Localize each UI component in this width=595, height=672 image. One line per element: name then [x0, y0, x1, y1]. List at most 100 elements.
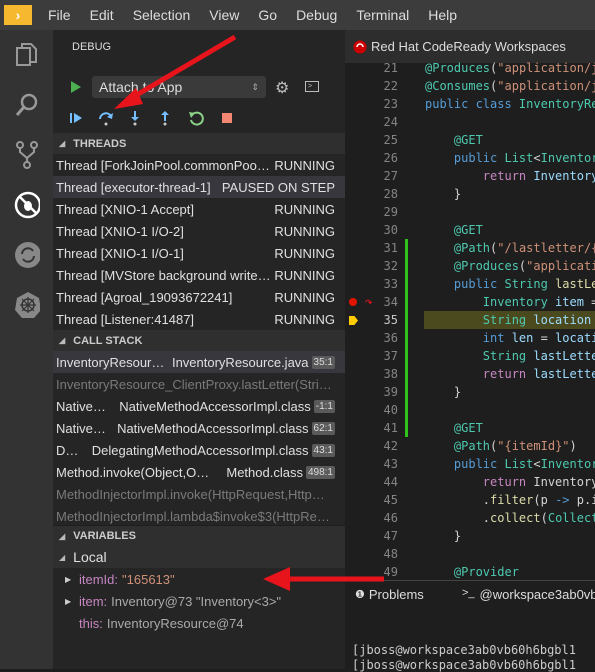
code-line[interactable]: 23 public class InventoryRe	[345, 95, 595, 113]
code-line[interactable]: 39 }	[345, 383, 595, 401]
code-token: String	[425, 313, 534, 327]
thread-row[interactable]: Thread [executor-thread-1] PAUSED ON STEP	[53, 176, 345, 198]
callstack-frame[interactable]: MethodInjectorImpl.invoke(HttpRequest,Ht…	[53, 483, 345, 505]
code-text: @GET	[425, 133, 483, 147]
menu-edit[interactable]: Edit	[90, 7, 114, 23]
line-number: 46	[383, 511, 398, 525]
thread-row[interactable]: Thread [XNIO-1 I/O-2] RUNNING	[53, 220, 345, 242]
thread-row[interactable]: Thread [Agroal_19093672241] RUNNING	[53, 286, 345, 308]
app-logo[interactable]: ›	[4, 5, 32, 25]
code-editor[interactable]: Red Hat CodeReady Workspaces 21 @Produces…	[345, 30, 595, 580]
thread-row[interactable]: Thread [XNIO-1 I/O-1] RUNNING	[53, 242, 345, 264]
code-line[interactable]: 43 public List<Inventor	[345, 455, 595, 473]
callstack-frame[interactable]: InventoryResour… InventoryResource.java 35…	[53, 351, 345, 373]
restart-icon[interactable]	[188, 110, 204, 126]
breakpoint-icon[interactable]	[349, 298, 357, 306]
code-line[interactable]: 41 @GET	[345, 419, 595, 437]
files-icon[interactable]	[14, 42, 40, 68]
thread-row[interactable]: Thread [ForkJoinPool.commonPoo… RUNNING	[53, 154, 345, 176]
code-line[interactable]: 38 return lastLette	[345, 365, 595, 383]
debug-config-select[interactable]: Attach to App ⇕	[92, 76, 266, 98]
line-number: 25	[383, 133, 398, 147]
variables-section-header[interactable]: ◢ VARIABLES	[53, 525, 345, 546]
search-icon[interactable]	[14, 92, 40, 118]
code-line[interactable]: 24	[345, 113, 595, 131]
expand-icon[interactable]: ▶	[65, 597, 79, 606]
variable-row[interactable]: ▶ itemId: "165613"	[53, 568, 345, 590]
code-line[interactable]: 49 @Provider	[345, 563, 595, 580]
step-out-icon[interactable]	[158, 110, 172, 126]
menu-terminal[interactable]: Terminal	[356, 7, 409, 23]
stop-icon[interactable]	[220, 110, 234, 126]
line-number: 45	[383, 493, 398, 507]
tab-problems[interactable]: ❶ Problems	[355, 587, 424, 602]
menu-selection[interactable]: Selection	[133, 7, 191, 23]
code-token: <	[533, 457, 541, 471]
callstack-frame[interactable]: Method.invoke(Object,O… Method.class 498:1	[53, 461, 345, 483]
code-line[interactable]: 31 @Path("/lastletter/{	[345, 239, 595, 257]
frame-name: Native…	[56, 420, 106, 436]
continue-icon[interactable]	[69, 110, 83, 126]
thread-row[interactable]: Thread [MVStore background write… RUNNING	[53, 264, 345, 286]
menu-file[interactable]: File	[48, 7, 71, 23]
callstack-frame[interactable]: D… DelegatingMethodAccessorImpl.class 43:1	[53, 439, 345, 461]
code-line[interactable]: 45 .filter(p -> p.i	[345, 491, 595, 509]
thread-row[interactable]: Thread [Listener:41487] RUNNING	[53, 308, 345, 330]
menu-go[interactable]: Go	[258, 7, 277, 23]
code-line[interactable]: 28 }	[345, 185, 595, 203]
code-token: location	[533, 313, 592, 327]
kubernetes-icon[interactable]	[14, 292, 40, 318]
code-line[interactable]: 33 public String lastLe	[345, 275, 595, 293]
code-line[interactable]: 25 @GET	[345, 131, 595, 149]
threads-section-header[interactable]: ◢ THREADS	[53, 133, 345, 154]
debug-console-icon[interactable]: >	[305, 81, 319, 92]
source-control-icon[interactable]	[14, 141, 40, 169]
menu-view[interactable]: View	[209, 7, 239, 23]
line-number: 30	[383, 223, 398, 237]
code-line[interactable]: 46 .collect(Collect	[345, 509, 595, 527]
thread-row[interactable]: Thread [XNIO-1 Accept] RUNNING	[53, 198, 345, 220]
code-line[interactable]: 32 @Produces("applicati	[345, 257, 595, 275]
code-line[interactable]: 48	[345, 545, 595, 563]
code-line[interactable]: 30 @GET	[345, 221, 595, 239]
callstack-section-header[interactable]: ◢ CALL STACK	[53, 330, 345, 351]
code-line[interactable]: 47 }	[345, 527, 595, 545]
sync-icon[interactable]	[14, 242, 40, 268]
callstack-frame[interactable]: MethodInjectorImpl.lambda$invoke$3(HttpR…	[53, 505, 345, 527]
callstack-frame[interactable]: Native… NativeMethodAccessorImpl.class 62:…	[53, 417, 345, 439]
menu-help[interactable]: Help	[428, 7, 457, 23]
code-line[interactable]: 22 @Consumes("application/j	[345, 77, 595, 95]
debug-icon[interactable]	[14, 191, 40, 219]
code-line[interactable]: 26 public List<Inventor	[345, 149, 595, 167]
code-token: Inventory	[533, 169, 595, 183]
step-over-icon[interactable]	[98, 110, 114, 126]
line-number: 33	[383, 277, 398, 291]
step-into-icon[interactable]	[128, 110, 142, 126]
tab-terminal[interactable]: >_ @workspace3ab0vb	[462, 587, 595, 602]
code-line[interactable]: 42 @Path("{itemId}")	[345, 437, 595, 455]
menu-debug[interactable]: Debug	[296, 7, 337, 23]
code-line[interactable]: 34 Inventory item = ↷	[345, 293, 595, 311]
gear-icon[interactable]: ⚙	[275, 78, 289, 98]
code-line[interactable]: 37 String lastLette	[345, 347, 595, 365]
code-line[interactable]: 36 int len = locati	[345, 329, 595, 347]
variable-row[interactable]: this: InventoryResource@74	[53, 612, 345, 634]
code-text: @Path("{itemId}")	[425, 439, 577, 453]
variable-row[interactable]: ▶ item: Inventory@73 "Inventory<3>"	[53, 590, 345, 612]
line-number: 26	[383, 151, 398, 165]
code-line[interactable]: 44 return Inventory	[345, 473, 595, 491]
code-line[interactable]: 21 @Produces("application/j	[345, 59, 595, 77]
expand-icon[interactable]: ▶	[65, 575, 79, 584]
code-token: @Path	[425, 241, 491, 255]
code-line[interactable]: 35 String location	[345, 311, 595, 329]
code-line[interactable]: 27 return Inventory	[345, 167, 595, 185]
code-text: return Inventory	[425, 169, 595, 183]
callstack-frame[interactable]: InventoryResource_ClientProxy.lastLetter…	[53, 373, 345, 395]
start-debug-button[interactable]	[70, 80, 82, 99]
scope-local[interactable]: ◢ Local	[53, 546, 345, 568]
callstack-frame[interactable]: Native… NativeMethodAccessorImpl.class -1:…	[53, 395, 345, 417]
code-line[interactable]: 40	[345, 401, 595, 419]
code-line[interactable]: 29	[345, 203, 595, 221]
code-text: @Provider	[425, 565, 519, 579]
frame-name: InventoryResource_ClientProxy.lastLetter…	[56, 376, 332, 392]
